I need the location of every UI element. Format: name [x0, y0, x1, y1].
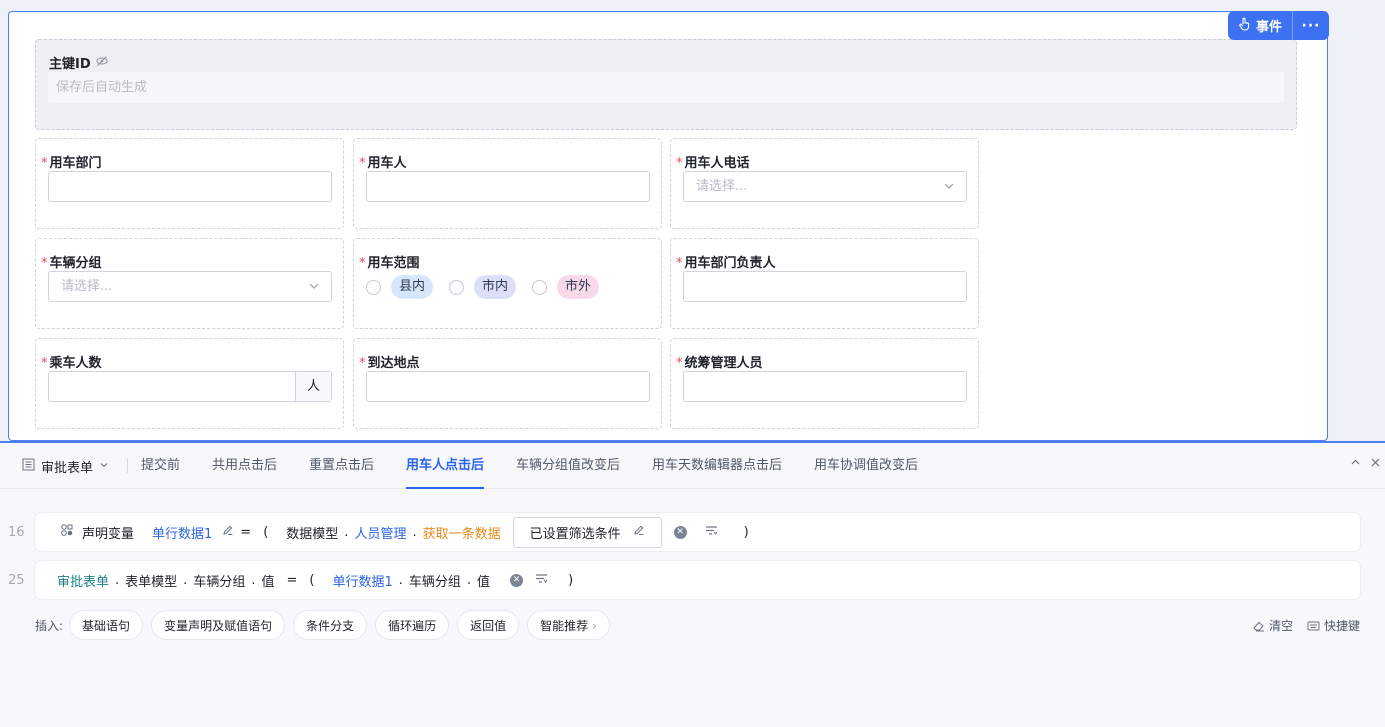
field-label: 到达地点 [367, 356, 420, 371]
radio-option-city[interactable]: 市内 [449, 275, 517, 299]
field-cell-dept-head[interactable]: * 用车部门负责人 [670, 238, 979, 329]
clear-all-button[interactable]: 清空 [1252, 617, 1293, 634]
destination-input[interactable] [366, 371, 650, 402]
edit-icon[interactable] [222, 524, 234, 540]
dept-input[interactable] [48, 171, 332, 202]
code-line-assign[interactable]: 审批表单 . 表单模型 . 车辆分组 . 值 = ( 单行数据1 . 车辆分组 … [35, 561, 1360, 599]
code-line-declare[interactable]: 声明变量 单行数据1 = ( 数据模型 . 人员管理 . 获取一条数据 已设置筛… [35, 513, 1360, 551]
insert-return-button[interactable]: 返回值 [457, 610, 520, 640]
field-label: 统筹管理人员 [684, 356, 763, 371]
chevron-down-icon [944, 172, 954, 213]
radio-option-outside[interactable]: 市外 [532, 275, 600, 299]
target-field-token[interactable]: 车辆分组 [193, 571, 245, 590]
tab-coordination-change[interactable]: 用车协调值改变后 [814, 443, 918, 489]
filter-condition-box[interactable]: 已设置筛选条件 [512, 516, 662, 548]
source-variable-token[interactable]: 单行数据1 [332, 571, 392, 590]
tab-reset-click[interactable]: 重置点击后 [309, 443, 374, 489]
passengers-input[interactable]: 人 [48, 371, 332, 402]
insert-condition-button[interactable]: 条件分支 [293, 610, 368, 640]
insert-basic-statement-button[interactable]: 基础语句 [69, 610, 144, 640]
unit-suffix: 人 [295, 372, 331, 401]
form-designer-canvas: 主键ID 保存后自动生成 *用车部门 *用车人 *用车人电话 请选择... [0, 0, 1385, 441]
source-field-token[interactable]: 车辆分组 [409, 571, 461, 590]
user-input[interactable] [366, 171, 650, 202]
frame-action-bar: 事件 ··· [1228, 11, 1330, 40]
tab-before-submit[interactable]: 提交前 [141, 443, 180, 489]
method-token[interactable]: 获取一条数据 [423, 523, 501, 542]
manager-input[interactable] [683, 371, 967, 402]
primary-key-field[interactable]: 主键ID 保存后自动生成 [35, 39, 1297, 130]
event-button[interactable]: 事件 [1228, 11, 1294, 40]
chevron-down-icon [309, 272, 319, 313]
canvas-scroll-gutter [1365, 0, 1385, 428]
field-cell-passengers[interactable]: * 乘车人数 人 [35, 338, 344, 429]
more-options-button[interactable]: ··· [1293, 11, 1330, 40]
shortcut-button[interactable]: 快捷键 [1307, 617, 1360, 634]
close-icon[interactable] [1370, 457, 1381, 472]
line-number: 25 [8, 573, 25, 588]
form-icon [22, 458, 35, 475]
target-form-token[interactable]: 审批表单 [57, 571, 109, 590]
target-prop-token[interactable]: 值 [261, 571, 274, 590]
field-label: 乘车人数 [49, 356, 102, 371]
form-selector[interactable]: 审批表单 [22, 443, 109, 489]
chevron-right-icon: › [591, 619, 597, 633]
insert-loop-button[interactable]: 循环遍历 [375, 610, 450, 640]
insert-label: 插入: [35, 618, 64, 633]
variable-icon [60, 523, 74, 541]
keyboard-icon [1307, 620, 1320, 631]
event-editor-panel: 审批表单 提交前 共用点击后 重置点击后 用车人点击后 车辆分组值改变后 用车天… [0, 441, 1385, 727]
target-model-token[interactable]: 表单模型 [125, 571, 177, 590]
insert-toolbar: 插入: 基础语句 变量声明及赋值语句 条件分支 循环遍历 返回值 智能推荐 › … [35, 609, 1360, 641]
field-cell-dept[interactable]: * 用车部门 [35, 138, 344, 229]
hand-pointer-icon [1238, 17, 1251, 35]
phone-select[interactable]: 请选择... [683, 171, 967, 202]
data-model-token[interactable]: 数据模型 [286, 523, 338, 542]
entity-token[interactable]: 人员管理 [354, 523, 406, 542]
eraser-icon [1252, 620, 1265, 632]
smart-recommend-button[interactable]: 智能推荐 › [527, 610, 610, 640]
filter-list-icon[interactable] [705, 525, 718, 540]
field-label: 用车部门负责人 [684, 256, 776, 271]
field-cell-scope[interactable]: * 用车范围 县内 市内 市外 [353, 238, 662, 329]
field-label: 用车部门 [49, 156, 102, 171]
tab-days-editor-click[interactable]: 用车天数编辑器点击后 [652, 443, 782, 489]
field-cell-user[interactable]: * 用车人 [353, 138, 662, 229]
clear-icon[interactable]: ✕ [673, 525, 687, 539]
field-cell-vehicle-group[interactable]: * 车辆分组 请选择... [35, 238, 344, 329]
declare-keyword: 声明变量 [82, 526, 135, 542]
field-cell-destination[interactable]: * 到达地点 [353, 338, 662, 429]
primary-key-input: 保存后自动生成 [48, 72, 1284, 103]
tab-vehicle-group-change[interactable]: 车辆分组值改变后 [516, 443, 620, 489]
variable-name[interactable]: 单行数据1 [152, 523, 212, 542]
primary-key-label: 主键ID [49, 57, 91, 72]
filter-list-icon[interactable] [535, 573, 548, 588]
selected-form-frame[interactable]: 主键ID 保存后自动生成 *用车部门 *用车人 *用车人电话 请选择... [8, 11, 1328, 441]
field-label: 用车范围 [367, 256, 420, 271]
radio-option-county[interactable]: 县内 [366, 275, 434, 299]
eye-off-icon[interactable] [96, 55, 108, 71]
tab-common-click[interactable]: 共用点击后 [212, 443, 277, 489]
clear-icon[interactable]: ✕ [510, 573, 524, 587]
scope-radio-group: 县内 市内 市外 [366, 275, 615, 299]
event-tabs: 审批表单 提交前 共用点击后 重置点击后 用车人点击后 车辆分组值改变后 用车天… [0, 443, 1385, 489]
dept-head-input[interactable] [683, 271, 967, 302]
field-cell-phone[interactable]: * 用车人电话 请选择... [670, 138, 979, 229]
field-label: 用车人 [367, 156, 407, 171]
field-cell-manager[interactable]: * 统筹管理人员 [670, 338, 979, 429]
vehicle-group-select[interactable]: 请选择... [48, 271, 332, 302]
field-label: 用车人电话 [684, 156, 750, 171]
field-label: 车辆分组 [49, 256, 102, 271]
collapse-icon[interactable] [1350, 457, 1361, 472]
chevron-down-icon [99, 459, 109, 474]
line-number: 16 [8, 525, 25, 540]
insert-variable-statement-button[interactable]: 变量声明及赋值语句 [151, 610, 286, 640]
edit-icon[interactable] [633, 524, 645, 540]
source-prop-token[interactable]: 值 [477, 571, 490, 590]
tab-user-click[interactable]: 用车人点击后 [406, 443, 485, 489]
